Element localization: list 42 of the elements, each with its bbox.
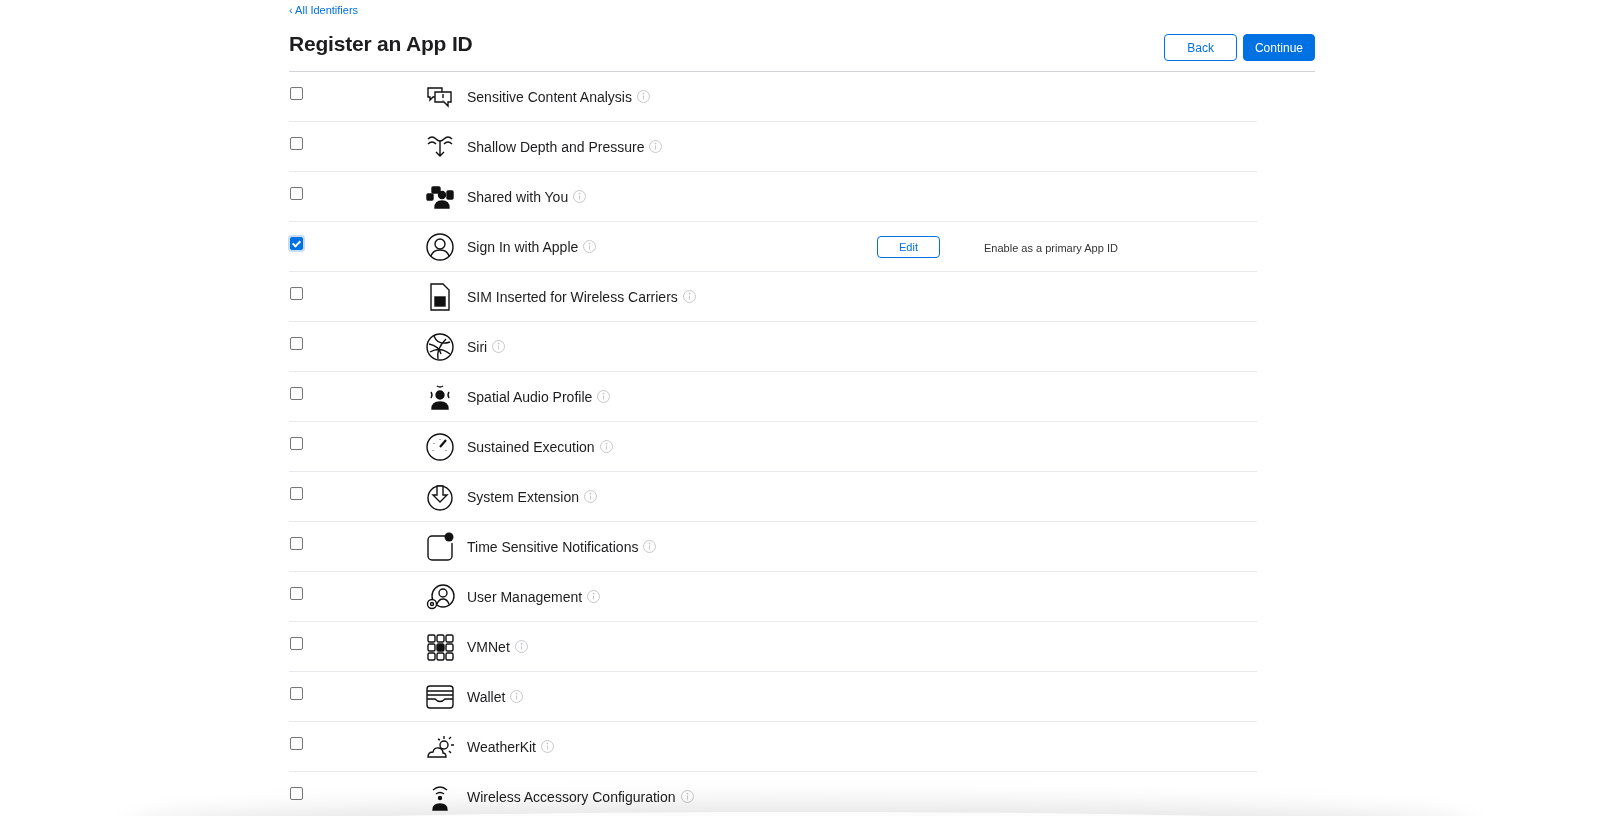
swirl-circle-icon (425, 331, 455, 362)
checkbox[interactable] (290, 337, 303, 350)
checkbox[interactable] (290, 487, 303, 500)
checkbox[interactable] (290, 637, 303, 650)
continue-button[interactable]: Continue (1242, 34, 1315, 61)
checkbox[interactable] (290, 687, 303, 700)
back-link[interactable]: ‹ All Identifiers (289, 4, 359, 16)
grid-icon (425, 631, 455, 662)
capability-name: Siri (467, 338, 488, 355)
capability-name: VMNet (467, 638, 510, 655)
checkbox[interactable] (290, 437, 303, 450)
capability-name: Shallow Depth and Pressure (467, 138, 645, 155)
back-button[interactable]: Back (1164, 34, 1237, 61)
capability-name: Sustained Execution (467, 438, 595, 455)
checkbox[interactable] (290, 237, 303, 250)
checkbox[interactable] (290, 587, 303, 600)
checkbox[interactable] (290, 287, 303, 300)
checkbox[interactable] (290, 787, 303, 800)
capability-name: Sensitive Content Analysis (467, 88, 632, 105)
capability-name: User Management (467, 588, 583, 605)
capability-name: Sign In with Apple (467, 238, 579, 255)
person-circle-icon (425, 231, 455, 262)
capability-name: Wireless Accessory Configuration (467, 788, 676, 805)
capability-name: SIM Inserted for Wireless Carriers (467, 288, 678, 305)
capability-name: Shared with You (467, 188, 569, 205)
checkbox[interactable] (290, 537, 303, 550)
checkbox[interactable] (290, 87, 303, 100)
checkbox[interactable] (290, 187, 303, 200)
edit-button[interactable]: Edit (877, 235, 940, 258)
checkbox[interactable] (290, 387, 303, 400)
capability-name: System Extension (467, 488, 580, 505)
capability-name: Wallet (467, 688, 506, 705)
person-gear-icon (425, 581, 455, 612)
page-title: Register an App ID (289, 31, 473, 56)
capability-name: WeatherKit (467, 738, 536, 755)
checkbox[interactable] (290, 737, 303, 750)
gauge-icon (425, 431, 455, 462)
capability-name: Spatial Audio Profile (467, 388, 593, 405)
checkbox[interactable] (290, 137, 303, 150)
square-badge-icon (425, 531, 455, 562)
capability-note: Enable as a primary App ID (984, 241, 1118, 254)
capability-name: Time Sensitive Notifications (467, 538, 639, 555)
